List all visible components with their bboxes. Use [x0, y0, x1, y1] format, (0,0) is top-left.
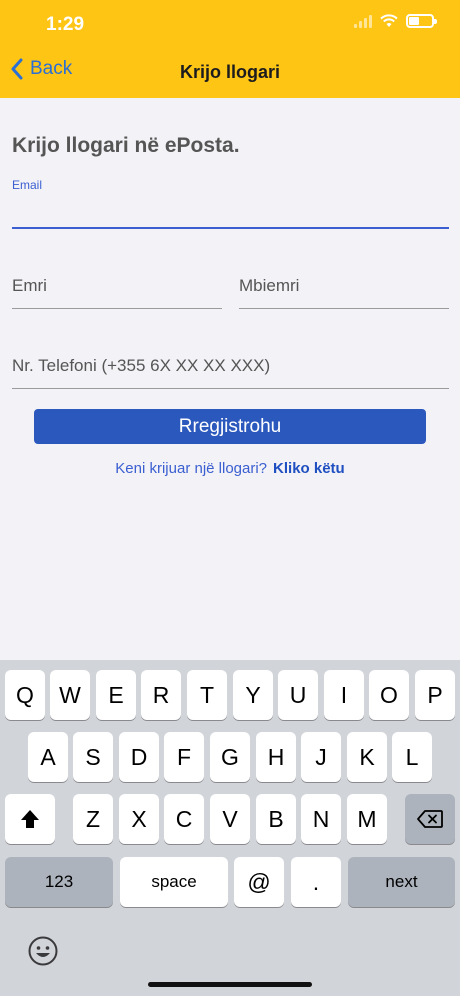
- next-key[interactable]: next: [348, 857, 455, 907]
- email-field[interactable]: [12, 194, 449, 230]
- email-label: Email: [12, 178, 43, 192]
- wifi-icon: [380, 14, 398, 27]
- key-m[interactable]: M: [347, 794, 387, 844]
- key-c[interactable]: C: [164, 794, 204, 844]
- key-o[interactable]: O: [369, 670, 409, 720]
- cellular-signal-icon: [354, 14, 372, 28]
- status-icons: [354, 14, 437, 28]
- key-y[interactable]: Y: [233, 670, 273, 720]
- key-r[interactable]: R: [141, 670, 181, 720]
- shift-key[interactable]: [5, 794, 55, 844]
- key-p[interactable]: P: [415, 670, 455, 720]
- key-i[interactable]: I: [324, 670, 364, 720]
- home-indicator: [148, 982, 312, 987]
- phone-underline: [12, 388, 449, 389]
- key-e[interactable]: E: [96, 670, 136, 720]
- page-title: Krijo llogari: [179, 62, 280, 82]
- keyboard: Q W E R T Y U I O P A S D F G H J K L Z …: [0, 660, 460, 996]
- login-row: Keni krijuar një llogari? Kliko këtu: [0, 460, 460, 477]
- backspace-icon: [417, 810, 443, 828]
- key-f[interactable]: F: [164, 732, 204, 782]
- key-w[interactable]: W: [50, 670, 90, 720]
- register-button[interactable]: Rregjistrohu: [34, 409, 426, 444]
- login-prompt: Keni krijuar një llogari?: [115, 460, 268, 477]
- key-q[interactable]: Q: [5, 670, 45, 720]
- key-l[interactable]: L: [392, 732, 432, 782]
- key-s[interactable]: S: [73, 732, 113, 782]
- numbers-key[interactable]: 123: [5, 857, 113, 907]
- at-key[interactable]: @: [234, 857, 284, 907]
- key-n[interactable]: N: [301, 794, 341, 844]
- first-name-field[interactable]: Emri: [12, 276, 47, 296]
- key-x[interactable]: X: [119, 794, 159, 844]
- key-a[interactable]: A: [28, 732, 68, 782]
- delete-key[interactable]: [405, 794, 455, 844]
- phone-field[interactable]: Nr. Telefoni (+355 6X XX XX XXX): [12, 356, 270, 376]
- key-g[interactable]: G: [210, 732, 250, 782]
- key-t[interactable]: T: [187, 670, 227, 720]
- status-time: 1:29: [46, 14, 85, 35]
- emoji-icon[interactable]: [27, 935, 59, 967]
- key-j[interactable]: J: [301, 732, 341, 782]
- navigation-bar: 1:29 Back Krijo llogari: [0, 0, 460, 98]
- space-key[interactable]: space: [120, 857, 228, 907]
- key-b[interactable]: B: [256, 794, 296, 844]
- key-d[interactable]: D: [119, 732, 159, 782]
- key-v[interactable]: V: [210, 794, 250, 844]
- last-name-field[interactable]: Mbiemri: [239, 276, 299, 296]
- last-name-underline: [239, 308, 449, 309]
- key-h[interactable]: H: [256, 732, 296, 782]
- login-link[interactable]: Kliko këtu: [273, 460, 345, 477]
- key-k[interactable]: K: [347, 732, 387, 782]
- form-heading: Krijo llogari në ePosta.: [12, 134, 240, 157]
- dot-key[interactable]: .: [291, 857, 341, 907]
- first-name-underline: [12, 308, 222, 309]
- email-underline: [12, 227, 449, 229]
- key-z[interactable]: Z: [73, 794, 113, 844]
- shift-arrow-icon: [21, 810, 39, 828]
- battery-icon: [406, 14, 437, 28]
- key-u[interactable]: U: [278, 670, 318, 720]
